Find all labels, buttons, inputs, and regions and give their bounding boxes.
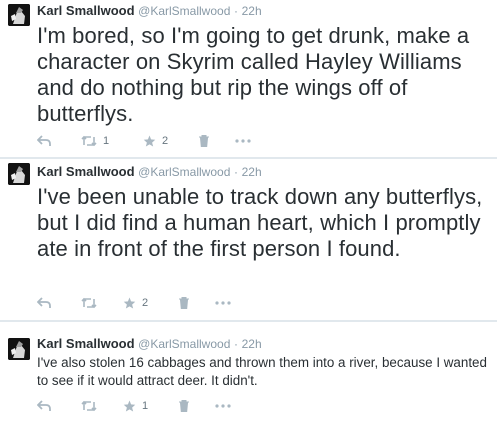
- separator-dot: ·: [234, 4, 238, 18]
- more-icon: [235, 139, 251, 143]
- reply-icon: [37, 135, 51, 146]
- retweet-icon: [81, 297, 97, 309]
- retweet-button[interactable]: 1: [81, 133, 143, 149]
- star-icon: [143, 135, 156, 147]
- trash-icon: [199, 135, 209, 147]
- timestamp[interactable]: 22h: [242, 4, 262, 18]
- avatar[interactable]: [8, 338, 30, 360]
- tweet-text: I've been unable to track down any butte…: [37, 184, 483, 261]
- author-handle[interactable]: @KarlSmallwood: [138, 165, 230, 179]
- tweet-actions: 2: [37, 295, 231, 311]
- favorite-count: 1: [142, 400, 149, 412]
- tweet-text: I'm bored, so I'm going to get drunk, ma…: [37, 23, 470, 126]
- reply-icon: [37, 400, 51, 411]
- avatar[interactable]: [8, 163, 30, 185]
- retweet-icon: [81, 135, 97, 147]
- favorite-count: 2: [142, 297, 149, 309]
- reply-icon: [37, 297, 51, 308]
- author-name[interactable]: Karl Smallwood: [37, 164, 135, 179]
- timestamp[interactable]: 22h: [242, 165, 262, 179]
- more-icon: [215, 404, 231, 408]
- favorite-button[interactable]: 2: [123, 295, 179, 311]
- tweet-text: I've also stolen 16 cabbages and thrown …: [37, 355, 487, 388]
- retweet-icon: [81, 400, 97, 412]
- tweet-actions: 1: [37, 398, 231, 414]
- star-icon: [123, 297, 136, 309]
- tweet-actions: 1 2: [37, 133, 251, 149]
- avatar-image: [8, 4, 30, 26]
- more-button[interactable]: [235, 133, 251, 149]
- reply-button[interactable]: [37, 398, 81, 414]
- reply-button[interactable]: [37, 133, 81, 149]
- favorite-count: 2: [162, 135, 169, 147]
- avatar-image: [8, 163, 30, 185]
- tweet[interactable]: Karl Smallwood @KarlSmallwood · 22h I've…: [0, 159, 496, 320]
- tweet-header: Karl Smallwood @KarlSmallwood · 22h: [37, 3, 262, 19]
- separator-dot: ·: [234, 165, 238, 179]
- retweet-count: 1: [103, 135, 110, 147]
- more-button[interactable]: [215, 295, 231, 311]
- more-icon: [215, 301, 231, 305]
- retweet-button[interactable]: [81, 398, 123, 414]
- favorite-button[interactable]: 1: [123, 398, 179, 414]
- tweet[interactable]: Karl Smallwood @KarlSmallwood · 22h I'm …: [0, 0, 496, 157]
- tweet-header: Karl Smallwood @KarlSmallwood · 22h: [37, 336, 262, 352]
- delete-button[interactable]: [179, 398, 215, 414]
- favorite-button[interactable]: 2: [143, 133, 199, 149]
- delete-button[interactable]: [199, 133, 235, 149]
- author-handle[interactable]: @KarlSmallwood: [138, 4, 230, 18]
- tweet-header: Karl Smallwood @KarlSmallwood · 22h: [37, 164, 262, 180]
- more-button[interactable]: [215, 398, 231, 414]
- timestamp[interactable]: 22h: [242, 337, 262, 351]
- avatar-image: [8, 338, 30, 360]
- star-icon: [123, 400, 136, 412]
- trash-icon: [179, 400, 189, 412]
- reply-button[interactable]: [37, 295, 81, 311]
- separator-dot: ·: [234, 337, 238, 351]
- tweet[interactable]: Karl Smallwood @KarlSmallwood · 22h I've…: [0, 322, 496, 421]
- delete-button[interactable]: [179, 295, 215, 311]
- trash-icon: [179, 297, 189, 309]
- author-name[interactable]: Karl Smallwood: [37, 336, 135, 351]
- retweet-button[interactable]: [81, 295, 123, 311]
- author-handle[interactable]: @KarlSmallwood: [138, 337, 230, 351]
- author-name[interactable]: Karl Smallwood: [37, 3, 135, 18]
- avatar[interactable]: [8, 4, 30, 26]
